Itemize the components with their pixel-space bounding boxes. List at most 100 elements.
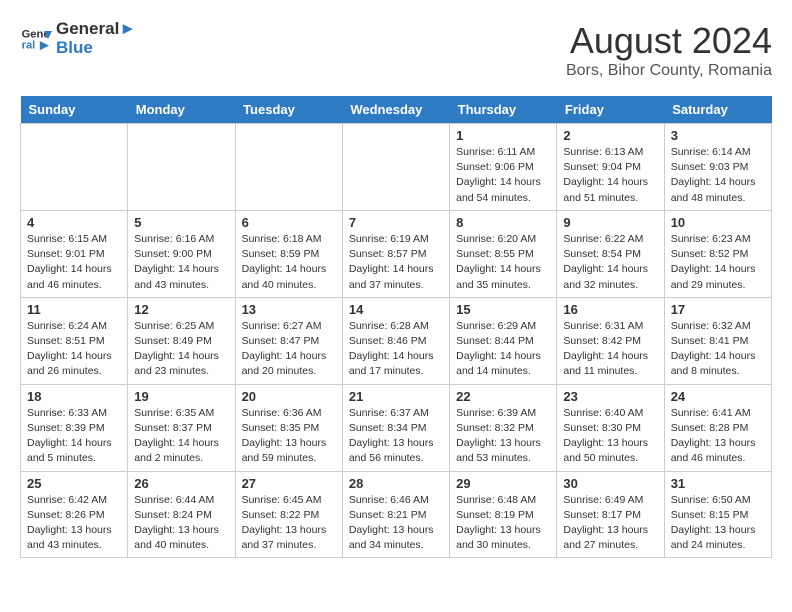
- calendar-cell: 21 Sunrise: 6:37 AM Sunset: 8:34 PM Dayli…: [342, 384, 449, 471]
- day-info: Sunrise: 6:36 AM Sunset: 8:35 PM Dayligh…: [242, 406, 336, 467]
- svg-text:▶: ▶: [39, 39, 49, 51]
- day-number: 31: [671, 476, 765, 491]
- day-number: 29: [456, 476, 550, 491]
- day-info: Sunrise: 6:46 AM Sunset: 8:21 PM Dayligh…: [349, 493, 443, 554]
- day-info: Sunrise: 6:50 AM Sunset: 8:15 PM Dayligh…: [671, 493, 765, 554]
- calendar-cell: 6Sunrise: 6:18 AM Sunset: 8:59 PM Daylig…: [235, 210, 342, 297]
- calendar-cell: 13 Sunrise: 6:27 AM Sunset: 8:47 PM Dayli…: [235, 297, 342, 384]
- day-number: 20: [242, 389, 336, 404]
- day-number: 15: [456, 302, 550, 317]
- calendar-cell: 5 Sunrise: 6:16 AM Sunset: 9:00 PM Daylig…: [128, 210, 235, 297]
- calendar-cell: 23 Sunrise: 6:40 AM Sunset: 8:30 PM Dayli…: [557, 384, 664, 471]
- calendar-cell: 27Sunrise: 6:45 AM Sunset: 8:22 PM Dayli…: [235, 471, 342, 558]
- day-number: 5: [134, 215, 228, 230]
- day-info: Sunrise: 6:23 AM Sunset: 8:52 PM Dayligh…: [671, 232, 765, 293]
- column-header-saturday: Saturday: [664, 96, 771, 124]
- day-number: 13: [242, 302, 336, 317]
- day-number: 22: [456, 389, 550, 404]
- calendar-cell: 4 Sunrise: 6:15 AM Sunset: 9:01 PM Daylig…: [21, 210, 128, 297]
- column-header-sunday: Sunday: [21, 96, 128, 124]
- calendar-cell: 9Sunrise: 6:22 AM Sunset: 8:54 PM Daylig…: [557, 210, 664, 297]
- day-number: 25: [27, 476, 121, 491]
- day-number: 23: [563, 389, 657, 404]
- calendar-cell: 18 Sunrise: 6:33 AM Sunset: 8:39 PM Dayli…: [21, 384, 128, 471]
- calendar-cell: 24 Sunrise: 6:41 AM Sunset: 8:28 PM Dayli…: [664, 384, 771, 471]
- day-info: Sunrise: 6:13 AM Sunset: 9:04 PM Dayligh…: [563, 145, 657, 206]
- day-info: Sunrise: 6:41 AM Sunset: 8:28 PM Dayligh…: [671, 406, 765, 467]
- column-header-monday: Monday: [128, 96, 235, 124]
- day-info: Sunrise: 6:39 AM Sunset: 8:32 PM Dayligh…: [456, 406, 550, 467]
- day-info: Sunrise: 6:15 AM Sunset: 9:01 PM Dayligh…: [27, 232, 121, 293]
- day-number: 10: [671, 215, 765, 230]
- day-info: Sunrise: 6:14 AM Sunset: 9:03 PM Dayligh…: [671, 145, 765, 206]
- calendar-cell: [128, 124, 235, 211]
- day-number: 1: [456, 128, 550, 143]
- day-number: 28: [349, 476, 443, 491]
- day-info: Sunrise: 6:45 AM Sunset: 8:22 PM Dayligh…: [242, 493, 336, 554]
- day-number: 18: [27, 389, 121, 404]
- calendar-week-5: 25 Sunrise: 6:42 AM Sunset: 8:26 PM Dayli…: [21, 471, 772, 558]
- day-number: 16: [563, 302, 657, 317]
- page-title: August 2024: [566, 20, 772, 62]
- day-number: 21: [349, 389, 443, 404]
- calendar-cell: 25 Sunrise: 6:42 AM Sunset: 8:26 PM Dayli…: [21, 471, 128, 558]
- column-header-wednesday: Wednesday: [342, 96, 449, 124]
- svg-text:ral: ral: [22, 39, 36, 51]
- column-header-thursday: Thursday: [450, 96, 557, 124]
- day-number: 24: [671, 389, 765, 404]
- day-info: Sunrise: 6:27 AM Sunset: 8:47 PM Dayligh…: [242, 319, 336, 380]
- calendar-cell: 3 Sunrise: 6:14 AM Sunset: 9:03 PM Daylig…: [664, 124, 771, 211]
- day-info: Sunrise: 6:16 AM Sunset: 9:00 PM Dayligh…: [134, 232, 228, 293]
- calendar-cell: 15 Sunrise: 6:29 AM Sunset: 8:44 PM Dayli…: [450, 297, 557, 384]
- day-info: Sunrise: 6:25 AM Sunset: 8:49 PM Dayligh…: [134, 319, 228, 380]
- day-header-row: SundayMondayTuesdayWednesdayThursdayFrid…: [21, 96, 772, 124]
- calendar-cell: 11Sunrise: 6:24 AM Sunset: 8:51 PM Dayli…: [21, 297, 128, 384]
- calendar-table: SundayMondayTuesdayWednesdayThursdayFrid…: [20, 96, 772, 558]
- day-info: Sunrise: 6:48 AM Sunset: 8:19 PM Dayligh…: [456, 493, 550, 554]
- day-info: Sunrise: 6:28 AM Sunset: 8:46 PM Dayligh…: [349, 319, 443, 380]
- calendar-cell: 7 Sunrise: 6:19 AM Sunset: 8:57 PM Daylig…: [342, 210, 449, 297]
- calendar-cell: 22 Sunrise: 6:39 AM Sunset: 8:32 PM Dayli…: [450, 384, 557, 471]
- calendar-week-1: 1Sunrise: 6:11 AM Sunset: 9:06 PM Daylig…: [21, 124, 772, 211]
- day-number: 11: [27, 302, 121, 317]
- logo-text-line1: General►: [56, 20, 136, 39]
- day-info: Sunrise: 6:37 AM Sunset: 8:34 PM Dayligh…: [349, 406, 443, 467]
- day-number: 30: [563, 476, 657, 491]
- day-number: 4: [27, 215, 121, 230]
- day-number: 8: [456, 215, 550, 230]
- svg-text:Gene: Gene: [22, 28, 50, 40]
- calendar-cell: 17 Sunrise: 6:32 AM Sunset: 8:41 PM Dayli…: [664, 297, 771, 384]
- day-info: Sunrise: 6:19 AM Sunset: 8:57 PM Dayligh…: [349, 232, 443, 293]
- day-info: Sunrise: 6:49 AM Sunset: 8:17 PM Dayligh…: [563, 493, 657, 554]
- day-number: 7: [349, 215, 443, 230]
- day-number: 6: [242, 215, 336, 230]
- column-header-friday: Friday: [557, 96, 664, 124]
- day-info: Sunrise: 6:29 AM Sunset: 8:44 PM Dayligh…: [456, 319, 550, 380]
- day-number: 2: [563, 128, 657, 143]
- day-number: 17: [671, 302, 765, 317]
- day-number: 3: [671, 128, 765, 143]
- page-header: Gene ral ▶ General► Blue August 2024 Bor…: [20, 20, 772, 80]
- day-info: Sunrise: 6:32 AM Sunset: 8:41 PM Dayligh…: [671, 319, 765, 380]
- calendar-cell: 19Sunrise: 6:35 AM Sunset: 8:37 PM Dayli…: [128, 384, 235, 471]
- calendar-cell: 20 Sunrise: 6:36 AM Sunset: 8:35 PM Dayli…: [235, 384, 342, 471]
- calendar-cell: 2 Sunrise: 6:13 AM Sunset: 9:04 PM Daylig…: [557, 124, 664, 211]
- calendar-cell: 31 Sunrise: 6:50 AM Sunset: 8:15 PM Dayli…: [664, 471, 771, 558]
- calendar-cell: 29 Sunrise: 6:48 AM Sunset: 8:19 PM Dayli…: [450, 471, 557, 558]
- day-info: Sunrise: 6:33 AM Sunset: 8:39 PM Dayligh…: [27, 406, 121, 467]
- calendar-cell: [21, 124, 128, 211]
- calendar-cell: 12 Sunrise: 6:25 AM Sunset: 8:49 PM Dayli…: [128, 297, 235, 384]
- calendar-cell: 10 Sunrise: 6:23 AM Sunset: 8:52 PM Dayli…: [664, 210, 771, 297]
- calendar-cell: 30 Sunrise: 6:49 AM Sunset: 8:17 PM Dayli…: [557, 471, 664, 558]
- day-number: 12: [134, 302, 228, 317]
- day-info: Sunrise: 6:44 AM Sunset: 8:24 PM Dayligh…: [134, 493, 228, 554]
- day-info: Sunrise: 6:40 AM Sunset: 8:30 PM Dayligh…: [563, 406, 657, 467]
- page-subtitle: Bors, Bihor County, Romania: [566, 62, 772, 80]
- calendar-cell: 28 Sunrise: 6:46 AM Sunset: 8:21 PM Dayli…: [342, 471, 449, 558]
- logo: Gene ral ▶ General► Blue: [20, 20, 136, 57]
- day-info: Sunrise: 6:42 AM Sunset: 8:26 PM Dayligh…: [27, 493, 121, 554]
- title-area: August 2024 Bors, Bihor County, Romania: [566, 20, 772, 80]
- day-info: Sunrise: 6:20 AM Sunset: 8:55 PM Dayligh…: [456, 232, 550, 293]
- calendar-week-3: 11Sunrise: 6:24 AM Sunset: 8:51 PM Dayli…: [21, 297, 772, 384]
- calendar-cell: 16Sunrise: 6:31 AM Sunset: 8:42 PM Dayli…: [557, 297, 664, 384]
